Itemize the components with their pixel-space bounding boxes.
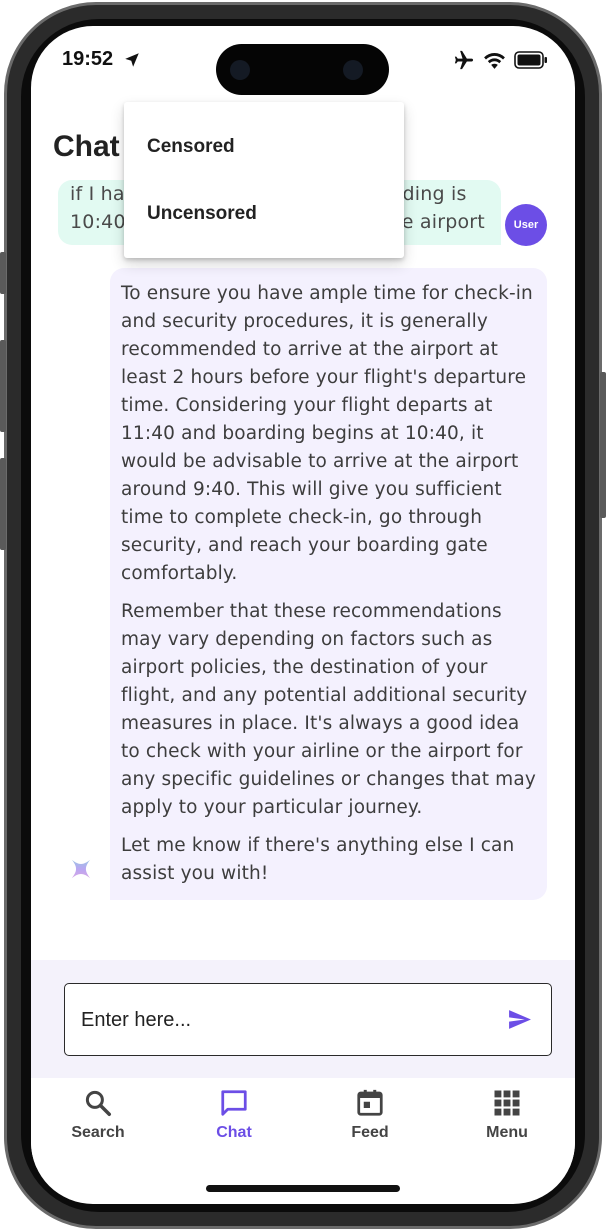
message-input[interactable]: Enter here... (64, 983, 552, 1056)
screen: 19:52 Chat if I have a flight at 11:40 a… (31, 26, 575, 1204)
search-icon (85, 1090, 111, 1116)
assistant-message-bubble: To ensure you have ample time for check-… (110, 268, 547, 900)
nav-item-search[interactable]: Search (43, 1088, 153, 1142)
power-button (600, 372, 606, 518)
battery-icon (514, 51, 547, 69)
silent-switch (0, 252, 6, 294)
status-time: 19:52 (62, 48, 114, 70)
nav-label: Menu (486, 1124, 528, 1141)
model-dropdown-menu: Censored Uncensored (124, 102, 404, 258)
nav-label: Feed (351, 1124, 389, 1141)
calendar-icon (357, 1089, 383, 1116)
page-title: Chat (53, 130, 120, 163)
nav-item-feed[interactable]: Feed (315, 1088, 425, 1142)
nav-label: Chat (216, 1124, 252, 1141)
volume-down-button (0, 458, 6, 550)
user-avatar: User (505, 204, 547, 246)
dynamic-island (216, 44, 389, 95)
home-indicator[interactable] (206, 1185, 400, 1192)
dropdown-option-censored[interactable]: Censored (147, 136, 235, 158)
wifi-icon (484, 53, 505, 69)
send-icon[interactable] (506, 1007, 533, 1032)
dropdown-option-uncensored[interactable]: Uncensored (147, 203, 257, 225)
grid-icon (494, 1090, 520, 1116)
chat-icon (221, 1090, 247, 1116)
nav-item-chat[interactable]: Chat (179, 1088, 289, 1142)
message-input-area: Enter here... (31, 960, 575, 1078)
volume-up-button (0, 340, 6, 432)
sparkle-icon (71, 859, 91, 879)
nav-label: Search (71, 1124, 125, 1141)
input-placeholder: Enter here... (81, 1009, 192, 1031)
location-arrow-icon (125, 53, 139, 67)
bottom-navigation: Search Chat Feed Menu (31, 1078, 575, 1168)
assistant-paragraph: To ensure you have ample time for check-… (121, 283, 533, 584)
airplane-icon (454, 50, 474, 70)
nav-item-menu[interactable]: Menu (452, 1088, 562, 1142)
assistant-paragraph: Remember that these recommendations may … (121, 601, 536, 818)
assistant-paragraph: Let me know if there's anything else I c… (121, 835, 515, 884)
